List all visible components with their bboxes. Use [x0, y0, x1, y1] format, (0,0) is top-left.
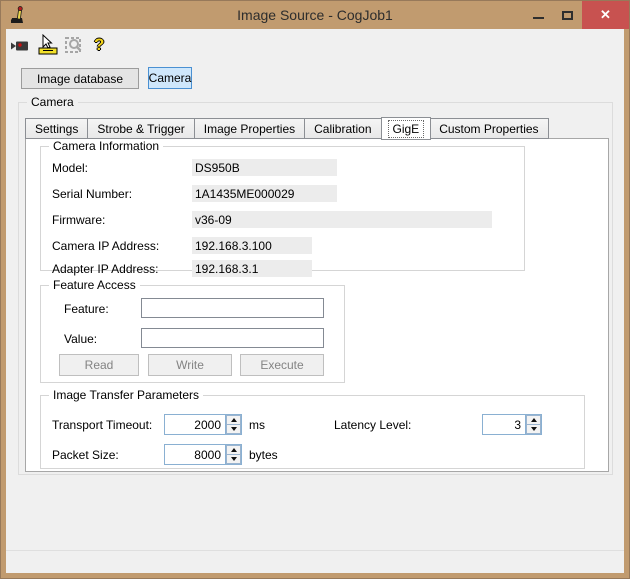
zoom-region-icon-disabled[interactable]: [64, 35, 84, 55]
minimize-icon: [533, 17, 544, 19]
packet-size-spin-buttons: [225, 445, 241, 464]
arrow-up-icon: [230, 418, 237, 422]
arrow-down-icon: [230, 457, 237, 461]
spin-up-button[interactable]: [226, 445, 241, 455]
feature-access-groupbox: Feature Access Feature: Value: Read Writ…: [40, 278, 345, 383]
adapter-ip-label: Adapter IP Address:: [52, 262, 159, 276]
serial-number-row: Serial Number: 1A1435ME000029: [41, 185, 524, 203]
camera-button[interactable]: Camera: [148, 67, 192, 89]
tab-calibration-label: Calibration: [314, 121, 372, 136]
feature-label: Feature:: [64, 302, 109, 316]
pointer-calibration-icon[interactable]: [37, 34, 59, 56]
camera-tabstrip: Settings Strobe & Trigger Image Properti…: [25, 116, 549, 140]
firmware-label: Firmware:: [52, 213, 106, 227]
value-label: Value:: [64, 332, 98, 346]
image-database-button[interactable]: Image database: [21, 68, 139, 89]
camera-groupbox-label: Camera: [27, 95, 78, 109]
transport-timeout-value: 2000: [194, 418, 221, 432]
packet-size-stepper[interactable]: 8000: [164, 444, 242, 465]
image-transfer-label: Image Transfer Parameters: [49, 388, 204, 402]
execute-button-label: Execute: [260, 358, 304, 372]
transport-timeout-label: Transport Timeout:: [52, 418, 153, 432]
tab-strobe-trigger[interactable]: Strobe & Trigger: [88, 118, 195, 139]
titlebar: Image Source - CogJob1 ✕: [1, 1, 629, 29]
latency-level-label: Latency Level:: [334, 418, 412, 432]
read-button[interactable]: Read: [59, 354, 139, 376]
tab-image-properties-label: Image Properties: [203, 121, 296, 136]
tab-gige-label: GigE: [387, 119, 425, 138]
client-area: ? Image database Camera Camera Settings …: [6, 29, 624, 573]
firmware-value: v36-09: [192, 211, 492, 228]
live-video-icon[interactable]: [11, 40, 29, 52]
arrow-down-icon: [230, 427, 237, 431]
model-value: DS950B: [192, 159, 337, 176]
spin-down-button[interactable]: [526, 425, 541, 434]
latency-level-stepper[interactable]: 3: [482, 414, 542, 435]
camera-ip-label: Camera IP Address:: [52, 239, 160, 253]
transport-timeout-spin-buttons: [225, 415, 241, 434]
tab-custom-properties-label: Custom Properties: [439, 121, 539, 136]
tab-strobe-trigger-label: Strobe & Trigger: [97, 121, 185, 136]
write-button[interactable]: Write: [148, 354, 232, 376]
tab-settings[interactable]: Settings: [25, 118, 89, 139]
status-strip-separator: [6, 550, 624, 551]
packet-size-label: Packet Size:: [52, 448, 119, 462]
maximize-button[interactable]: [553, 1, 582, 29]
close-icon: ✕: [600, 7, 611, 22]
arrow-up-icon: [230, 448, 237, 452]
gige-tab-page: Camera Information Model: DS950B Serial …: [25, 138, 609, 472]
transport-timeout-unit: ms: [249, 418, 265, 432]
execute-button[interactable]: Execute: [240, 354, 324, 376]
close-button[interactable]: ✕: [582, 1, 629, 29]
packet-size-value: 8000: [194, 448, 221, 462]
write-button-label: Write: [176, 358, 204, 372]
serial-number-value: 1A1435ME000029: [192, 185, 337, 202]
camera-ip-value: 192.168.3.100: [192, 237, 312, 254]
arrow-up-icon: [530, 418, 537, 422]
read-button-label: Read: [84, 358, 114, 372]
adapter-ip-row: Adapter IP Address: 192.168.3.1: [41, 260, 524, 278]
window-controls: ✕: [524, 1, 629, 29]
feature-input[interactable]: [141, 298, 324, 318]
app-icon: [11, 6, 23, 23]
arrow-down-icon: [530, 427, 537, 431]
tab-settings-label: Settings: [35, 121, 79, 136]
tab-gige[interactable]: GigE: [380, 117, 432, 140]
spin-up-button[interactable]: [526, 415, 541, 425]
image-database-button-label: Image database: [36, 71, 124, 86]
adapter-ip-value: 192.168.3.1: [192, 260, 312, 277]
minimize-button[interactable]: [524, 1, 553, 29]
firmware-row: Firmware: v36-09: [41, 211, 524, 229]
spin-up-button[interactable]: [226, 415, 241, 425]
image-source-window: Image Source - CogJob1 ✕ ? Image databas…: [0, 0, 630, 579]
maximize-icon: [562, 10, 573, 20]
serial-number-label: Serial Number:: [52, 187, 133, 201]
latency-level-spin-buttons: [525, 415, 541, 434]
tab-calibration[interactable]: Calibration: [305, 118, 382, 139]
model-label: Model:: [52, 161, 89, 175]
feature-access-label: Feature Access: [49, 278, 140, 292]
transport-timeout-stepper[interactable]: 2000: [164, 414, 242, 435]
camera-ip-row: Camera IP Address: 192.168.3.100: [41, 237, 524, 255]
value-input[interactable]: [141, 328, 324, 348]
image-transfer-groupbox: Image Transfer Parameters Transport Time…: [40, 388, 585, 469]
tab-custom-properties[interactable]: Custom Properties: [430, 118, 549, 139]
camera-information-label: Camera Information: [49, 139, 164, 153]
camera-information-groupbox: Camera Information Model: DS950B Serial …: [40, 139, 525, 277]
spin-down-button[interactable]: [226, 455, 241, 464]
latency-level-value: 3: [514, 418, 521, 432]
tab-image-properties[interactable]: Image Properties: [194, 118, 306, 139]
help-icon[interactable]: ?: [94, 36, 104, 53]
packet-size-unit: bytes: [249, 448, 278, 462]
spin-down-button[interactable]: [226, 425, 241, 434]
model-row: Model: DS950B: [41, 159, 524, 177]
camera-groupbox: Camera Settings Strobe & Trigger Image P…: [18, 95, 613, 475]
camera-button-label: Camera: [148, 71, 192, 85]
